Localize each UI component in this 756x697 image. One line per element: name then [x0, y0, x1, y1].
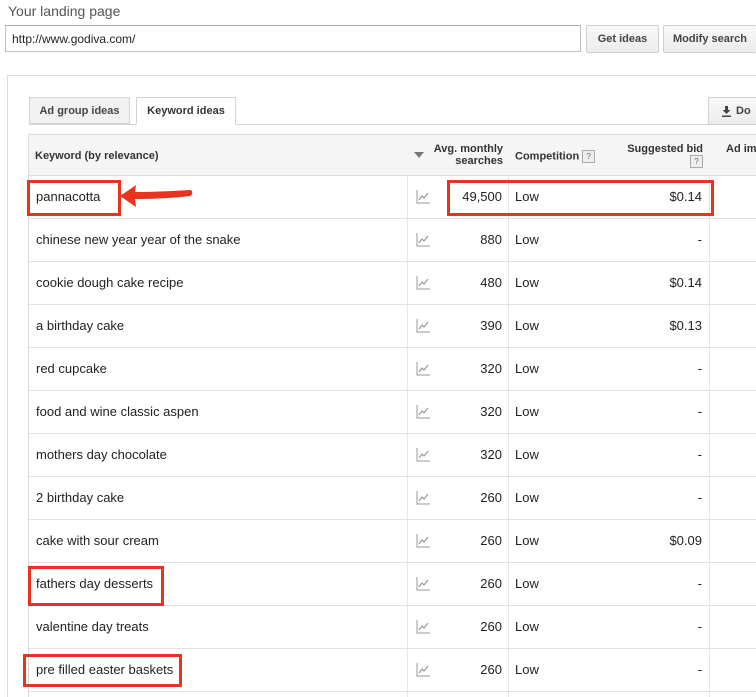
modify-search-button[interactable]: Modify search	[663, 25, 756, 53]
annotation-arrow-icon	[120, 185, 193, 207]
tab-ad-group-ideas[interactable]: Ad group ideas	[29, 97, 130, 124]
table-header: Keyword (by relevance) Avg. monthly sear…	[29, 134, 756, 176]
avg-searches-cell: 480	[480, 275, 502, 290]
table-row[interactable]: cookie dough cake recipe 480 Low $0.14	[29, 262, 756, 305]
header-avg-monthly-searches[interactable]: Avg. monthly searches	[427, 143, 503, 167]
header-avg-line1: Avg. monthly	[433, 143, 503, 155]
avg-searches-cell: 320	[480, 361, 502, 376]
keyword-cell[interactable]: fathers day desserts	[36, 563, 153, 605]
panel-left-border	[7, 75, 8, 697]
header-ad-impression-share[interactable]: Ad im	[726, 143, 756, 155]
competition-cell: Low	[515, 533, 539, 548]
header-bid-label: Suggested bid	[627, 143, 703, 155]
keyword-cell[interactable]: food and wine classic aspen	[36, 391, 199, 433]
sort-desc-icon[interactable]	[414, 152, 424, 158]
header-competition[interactable]: Competition?	[515, 150, 596, 163]
table-row[interactable]: food and wine classic aspen 320 Low -	[29, 391, 756, 434]
competition-cell: Low	[515, 189, 539, 204]
suggested-bid-cell: -	[697, 662, 702, 677]
suggested-bid-cell: -	[697, 576, 702, 591]
suggested-bid-cell: $0.13	[669, 318, 702, 333]
table-row[interactable]: mothers day chocolate 320 Low -	[29, 434, 756, 477]
competition-cell: Low	[515, 318, 539, 333]
keyword-cell[interactable]: pannacotta	[36, 176, 100, 218]
suggested-bid-cell: -	[697, 619, 702, 634]
suggested-bid-cell: -	[697, 490, 702, 505]
keyword-cell[interactable]: red cupcake	[36, 348, 107, 390]
download-button[interactable]: Do	[708, 97, 756, 125]
table-row[interactable]: 2 birthday cake 260 Low -	[29, 477, 756, 520]
keyword-cell[interactable]: 2 birthday cake	[36, 477, 124, 519]
avg-searches-cell: 260	[480, 619, 502, 634]
avg-searches-cell: 49,500	[462, 189, 502, 204]
avg-searches-cell: 880	[480, 232, 502, 247]
suggested-bid-cell: $0.09	[669, 533, 702, 548]
tab-keyword-ideas[interactable]: Keyword ideas	[136, 97, 236, 125]
competition-cell: Low	[515, 490, 539, 505]
header-keyword[interactable]: Keyword (by relevance)	[35, 150, 159, 162]
competition-cell: Low	[515, 232, 539, 247]
keyword-cell[interactable]: chinese new year year of the snake	[36, 219, 241, 261]
keyword-cell[interactable]: cake with sour cream	[36, 520, 159, 562]
header-competition-label: Competition	[515, 150, 580, 163]
download-label: Do	[736, 105, 751, 117]
keyword-cell[interactable]: a birthday cake	[36, 305, 124, 347]
competition-cell: Low	[515, 447, 539, 462]
help-icon[interactable]: ?	[609, 155, 703, 168]
suggested-bid-cell: $0.14	[669, 189, 702, 204]
landing-page-label: Your landing page	[8, 3, 121, 19]
table-row[interactable]: fathers day desserts 260 Low -	[29, 563, 756, 606]
help-icon[interactable]: ?	[582, 150, 596, 163]
competition-cell: Low	[515, 619, 539, 634]
suggested-bid-cell: $0.14	[669, 275, 702, 290]
table-row[interactable]: red cupcake 320 Low -	[29, 348, 756, 391]
keyword-ideas-table: Keyword (by relevance) Avg. monthly sear…	[28, 134, 756, 697]
suggested-bid-cell: -	[697, 361, 702, 376]
landing-url-input[interactable]	[5, 25, 581, 52]
get-ideas-button[interactable]: Get ideas	[586, 25, 659, 53]
avg-searches-cell: 390	[480, 318, 502, 333]
keyword-cell[interactable]: cookie dough cake recipe	[36, 262, 183, 304]
avg-searches-cell: 320	[480, 447, 502, 462]
avg-searches-cell: 260	[480, 490, 502, 505]
panel-top-border	[7, 75, 756, 76]
avg-searches-cell: 260	[480, 533, 502, 548]
table-row[interactable]: a birthday cake 390 Low $0.13	[29, 305, 756, 348]
avg-searches-cell: 260	[480, 662, 502, 677]
keyword-cell[interactable]: valentine day treats	[36, 606, 149, 648]
keyword-cell[interactable]: mothers day chocolate	[36, 434, 167, 476]
header-suggested-bid[interactable]: Suggested bid ?	[609, 143, 703, 168]
competition-cell: Low	[515, 361, 539, 376]
competition-cell: Low	[515, 275, 539, 290]
suggested-bid-cell: -	[697, 447, 702, 462]
table-row[interactable]: cake with sour cream 260 Low $0.09	[29, 520, 756, 563]
avg-searches-cell: 260	[480, 576, 502, 591]
competition-cell: Low	[515, 576, 539, 591]
table-row[interactable]: chinese new year year of the snake 880 Low…	[29, 219, 756, 262]
keyword-cell[interactable]: pre filled easter baskets	[36, 649, 173, 691]
avg-searches-cell: 320	[480, 404, 502, 419]
competition-cell: Low	[515, 662, 539, 677]
competition-cell: Low	[515, 404, 539, 419]
header-avg-line2: searches	[455, 155, 503, 167]
suggested-bid-cell: -	[697, 404, 702, 419]
table-row[interactable]: pre filled easter baskets 260 Low -	[29, 649, 756, 692]
table-row[interactable]: valentine day treats 260 Low -	[29, 606, 756, 649]
download-icon	[722, 105, 731, 117]
suggested-bid-cell: -	[697, 232, 702, 247]
